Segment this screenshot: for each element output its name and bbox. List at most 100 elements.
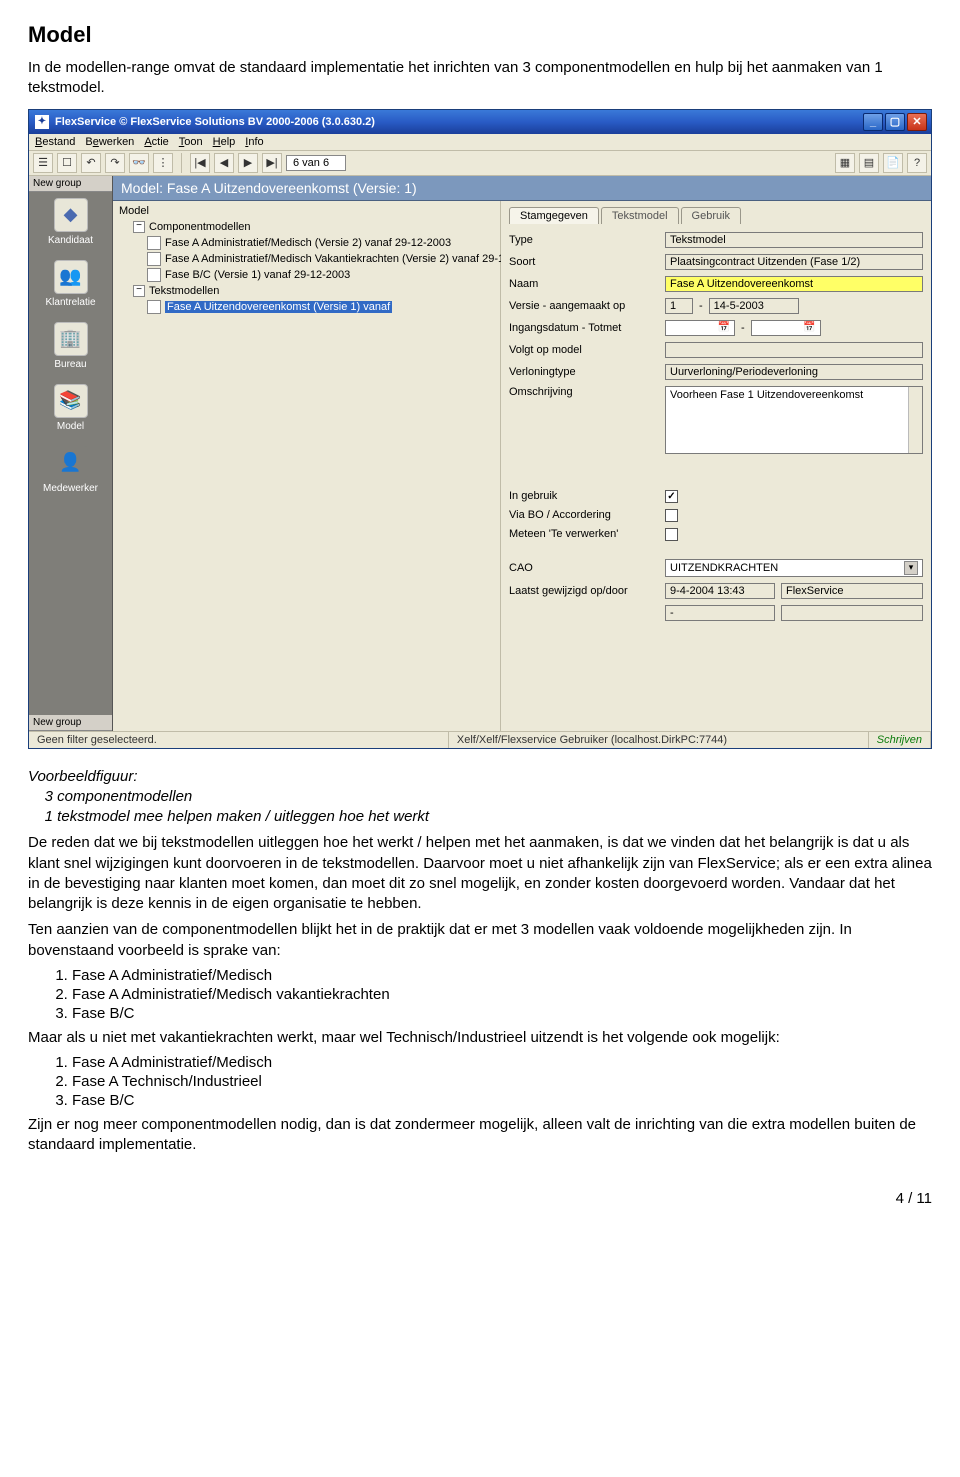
page-number: 4 / 11 xyxy=(28,1190,932,1207)
sidebar-item-model[interactable]: 📚 Model xyxy=(29,378,112,440)
tool-back-icon[interactable]: ↶ xyxy=(81,153,101,173)
field-omschrijving[interactable]: Voorheen Fase 1 Uitzendovereenkomst xyxy=(665,386,923,454)
app-icon: ✦ xyxy=(35,115,49,129)
field-soort: Plaatsingcontract Uitzenden (Fase 1/2) xyxy=(665,254,923,270)
list-item: Fase A Technisch/Industrieel xyxy=(72,1073,932,1090)
window-title: FlexService © FlexService Solutions BV 2… xyxy=(55,116,375,128)
calendar-icon: 📅 xyxy=(803,322,815,333)
list-item: Fase B/C xyxy=(72,1005,932,1022)
field-ingang-from[interactable]: 📅 xyxy=(665,320,735,336)
paragraph-4: Maar als u niet met vakantiekrachten wer… xyxy=(28,1028,932,1048)
tab-gebruik[interactable]: Gebruik xyxy=(681,207,742,224)
titlebar: ✦ FlexService © FlexService Solutions BV… xyxy=(29,110,931,134)
menu-actie[interactable]: Actie xyxy=(144,136,168,148)
field-naam[interactable]: Fase A Uitzendovereenkomst xyxy=(665,276,923,292)
properties-pane: Stamgegeven Tekstmodel Gebruik Type Teks… xyxy=(501,201,931,731)
label-naam: Naam xyxy=(509,278,659,290)
figure-caption: Voorbeeldfiguur: 3 componentmodellen 1 t… xyxy=(28,767,932,828)
field-ingang-to[interactable]: 📅 xyxy=(751,320,821,336)
nav-last-icon[interactable]: ▶| xyxy=(262,153,282,173)
tool-list-icon[interactable]: ▤ xyxy=(859,153,879,173)
tree-node-fase-bc[interactable]: Fase B/C (Versie 1) vanaf 29-12-2003 xyxy=(147,267,494,283)
tool-view-icon[interactable]: 👓 xyxy=(129,153,149,173)
tree-pane: Model Componentmodellen Fase A Administr… xyxy=(113,201,501,731)
menu-bestand[interactable]: BBestandestand xyxy=(35,136,75,148)
nav-position: 6 van 6 xyxy=(286,155,346,171)
statusbar: Geen filter geselecteerd. Xelf/Xelf/Flex… xyxy=(29,731,931,748)
menu-bewerken[interactable]: Bewerken xyxy=(85,136,134,148)
sidebar-item-klantrelatie[interactable]: 👥 Klantrelatie xyxy=(29,254,112,316)
books-icon: 📚 xyxy=(54,384,88,418)
tree-node-fase-a-admin[interactable]: Fase A Administratief/Medisch (Versie 2)… xyxy=(147,235,494,251)
sidebar-item-kandidaat[interactable]: ◆ Kandidaat xyxy=(29,192,112,254)
tool-help-icon[interactable]: ? xyxy=(907,153,927,173)
paragraph-3: Ten aanzien van de componentmodellen bli… xyxy=(28,920,932,961)
sidebar-item-bureau[interactable]: 🏢 Bureau xyxy=(29,316,112,378)
tab-tekstmodel[interactable]: Tekstmodel xyxy=(601,207,679,224)
field-volgt xyxy=(665,342,923,358)
sidebar-item-medewerker[interactable]: 👤 Medewerker xyxy=(29,440,112,502)
tree-node-componentmodellen[interactable]: Componentmodellen Fase A Administratief/… xyxy=(133,219,494,283)
tree-node-fase-a-vakantie[interactable]: Fase A Administratief/Medisch Vakantiekr… xyxy=(147,251,494,267)
list-item: Fase B/C xyxy=(72,1092,932,1109)
menubar: BBestandestand Bewerken Actie Toon Help … xyxy=(29,134,931,151)
tool-tree-icon[interactable]: ⋮ xyxy=(153,153,173,173)
close-button[interactable]: ✕ xyxy=(907,113,927,131)
checkbox-ingebruik[interactable]: ✓ xyxy=(665,490,678,503)
building-icon: 🏢 xyxy=(54,322,88,356)
content-header: Model: Fase A Uitzendovereenkomst (Versi… xyxy=(113,176,931,201)
label-omschrijving: Omschrijving xyxy=(509,386,659,398)
sidebar-group-bottom[interactable]: New group xyxy=(29,715,112,731)
label-volgt: Volgt op model xyxy=(509,344,659,356)
calendar-icon: 📅 xyxy=(718,322,730,333)
tree-root-label: Model xyxy=(119,205,494,217)
tree-node-tekstmodellen[interactable]: Tekstmodellen Fase A Uitzendovereenkomst… xyxy=(133,283,494,315)
nav-next-icon[interactable]: ▶ xyxy=(238,153,258,173)
tab-stamgegeven[interactable]: Stamgegeven xyxy=(509,207,599,224)
scrollbar[interactable] xyxy=(908,387,922,453)
menu-info[interactable]: Info xyxy=(245,136,263,148)
sidebar: New group ◆ Kandidaat 👥 Klantrelatie 🏢 B… xyxy=(29,176,113,731)
label-viabo: Via BO / Accordering xyxy=(509,509,659,521)
label-ingebruik: In gebruik xyxy=(509,490,659,502)
person-icon: ◆ xyxy=(54,198,88,232)
menu-help[interactable]: Help xyxy=(213,136,236,148)
intro-paragraph: In de modellen-range omvat de standaard … xyxy=(28,58,932,99)
label-cao: CAO xyxy=(509,562,659,574)
list-item: Fase A Administratief/Medisch xyxy=(72,1054,932,1071)
field-versie-num: 1 xyxy=(665,298,693,314)
tool-doc-icon[interactable]: 📄 xyxy=(883,153,903,173)
label-meteen: Meteen 'Te verwerken' xyxy=(509,528,659,540)
checkbox-viabo[interactable] xyxy=(665,509,678,522)
minimize-button[interactable]: _ xyxy=(863,113,883,131)
checkbox-meteen[interactable] xyxy=(665,528,678,541)
label-laatst: Laatst gewijzigd op/door xyxy=(509,585,659,597)
menu-toon[interactable]: Toon xyxy=(179,136,203,148)
tool-new-icon[interactable]: ☰ xyxy=(33,153,53,173)
tool-open-icon[interactable]: ☐ xyxy=(57,153,77,173)
field-versie-date: 14-5-2003 xyxy=(709,298,799,314)
paragraph-5: Zijn er nog meer componentmodellen nodig… xyxy=(28,1115,932,1156)
paragraph-2: De reden dat we bij tekstmodellen uitleg… xyxy=(28,833,932,914)
chevron-down-icon: ▾ xyxy=(904,561,918,575)
label-type: Type xyxy=(509,234,659,246)
status-filter: Geen filter geselecteerd. xyxy=(29,732,449,748)
tool-forward-icon[interactable]: ↷ xyxy=(105,153,125,173)
toolbar: ☰ ☐ ↶ ↷ 👓 ⋮ |◀ ◀ ▶ ▶| 6 van 6 ▦ ▤ 📄 ? xyxy=(29,151,931,176)
worker-icon: 👤 xyxy=(54,446,88,480)
dropdown-cao[interactable]: UITZENDKRACHTEN ▾ xyxy=(665,559,923,577)
field-laatst-dash: - xyxy=(665,605,775,621)
nav-first-icon[interactable]: |◀ xyxy=(190,153,210,173)
list-1: Fase A Administratief/Medisch Fase A Adm… xyxy=(28,967,932,1022)
sidebar-item-label: Klantrelatie xyxy=(29,297,112,308)
app-window: ✦ FlexService © FlexService Solutions BV… xyxy=(28,109,932,749)
tree-node-fase-a-uitzend[interactable]: Fase A Uitzendovereenkomst (Versie 1) va… xyxy=(147,299,494,315)
nav-prev-icon[interactable]: ◀ xyxy=(214,153,234,173)
label-soort: Soort xyxy=(509,256,659,268)
tool-grid-icon[interactable]: ▦ xyxy=(835,153,855,173)
sidebar-group-top[interactable]: New group xyxy=(29,176,112,192)
maximize-button[interactable]: ▢ xyxy=(885,113,905,131)
list-2: Fase A Administratief/Medisch Fase A Tec… xyxy=(28,1054,932,1109)
list-item: Fase A Administratief/Medisch vakantiekr… xyxy=(72,986,932,1003)
status-mode: Schrijven xyxy=(869,732,931,748)
